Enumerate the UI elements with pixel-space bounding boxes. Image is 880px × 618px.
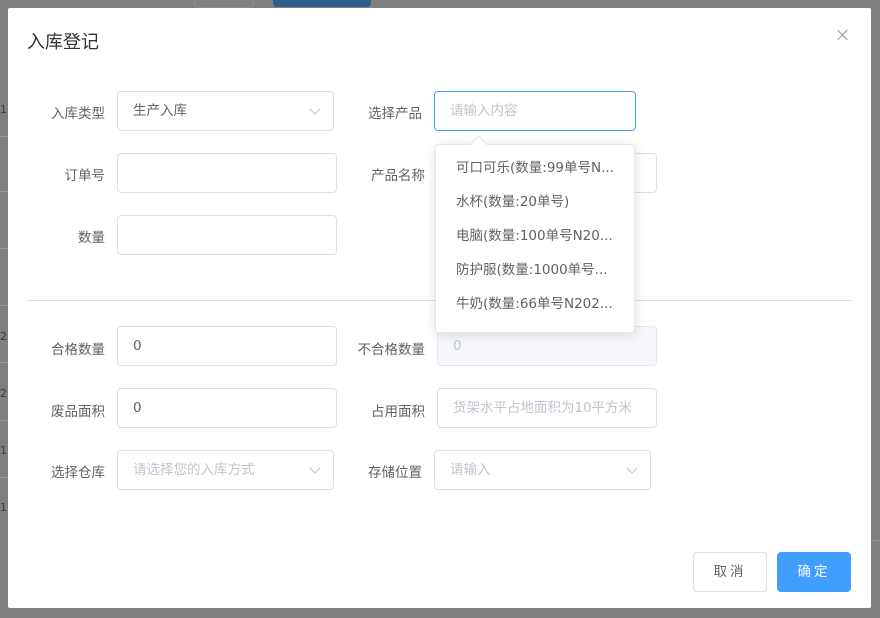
waste-area-value: 0 — [133, 400, 142, 416]
inbound-type-label: 入库类型 — [51, 106, 105, 122]
backdrop-row-line — [871, 540, 880, 541]
backdrop-row-line — [0, 477, 8, 478]
storage-location-label: 存储位置 — [368, 465, 422, 481]
suggestion-item[interactable]: 水杯(数量:20单号) — [436, 185, 634, 219]
storage-location-select[interactable]: 请输入 — [434, 450, 651, 490]
occupied-area-label: 占用面积 — [371, 404, 425, 420]
suggestion-item[interactable]: 电脑(数量:100单号N20... — [436, 219, 634, 253]
backdrop-row-line — [0, 362, 8, 363]
storage-location-placeholder: 请输入 — [450, 462, 491, 478]
dialog-title: 入库登记 — [27, 32, 99, 53]
occupied-area-input[interactable]: 货架水平占地面积为10平方米 — [437, 388, 657, 428]
order-no-label: 订单号 — [64, 168, 106, 184]
backdrop-row-line — [0, 191, 8, 192]
cancel-button[interactable]: 取消 — [693, 552, 767, 592]
backdrop-row-number: 1 — [0, 444, 7, 457]
waste-area-input[interactable]: 0 — [117, 388, 337, 428]
inbound-type-value: 生产入库 — [133, 103, 187, 119]
backdrop-row-line — [0, 248, 8, 249]
select-product-placeholder: 请输入内容 — [450, 103, 518, 119]
product-suggestion-dropdown: 可口可乐(数量:99单号N... 水杯(数量:20单号) 电脑(数量:100单号… — [435, 135, 635, 333]
inbound-type-select[interactable]: 生产入库 — [117, 91, 334, 131]
chevron-down-icon — [309, 103, 321, 115]
backdrop-search-button — [194, 0, 254, 8]
backdrop-row-line — [0, 305, 8, 306]
order-no-input[interactable] — [117, 153, 337, 193]
close-icon[interactable] — [835, 27, 851, 43]
backdrop-row-line — [0, 420, 8, 421]
waste-area-label: 废品面积 — [51, 404, 105, 420]
select-product-label: 选择产品 — [368, 106, 422, 122]
qualified-qty-input[interactable]: 0 — [117, 326, 337, 366]
backdrop-row-number: 1 — [0, 103, 7, 116]
chevron-down-icon — [309, 462, 321, 474]
suggestion-item[interactable]: 牛奶(数量:66单号N202... — [436, 287, 634, 321]
chevron-down-icon — [626, 462, 638, 474]
backdrop-row-number: 1 — [0, 501, 7, 514]
qualified-qty-value: 0 — [133, 338, 142, 354]
inbound-registration-dialog: 入库登记 入库类型 生产入库 选择产品 请输入内容 订单号 产品名称 数量 合格… — [8, 8, 871, 608]
suggestion-item[interactable]: 可口可乐(数量:99单号N... — [436, 151, 634, 185]
confirm-button[interactable]: 确定 — [777, 552, 851, 592]
product-name-label: 产品名称 — [371, 168, 425, 184]
quantity-label: 数量 — [78, 230, 105, 246]
select-warehouse-placeholder: 请选择您的入库方式 — [133, 462, 255, 478]
suggestion-item[interactable]: 防护服(数量:1000单号... — [436, 253, 634, 287]
select-warehouse-select[interactable]: 请选择您的入库方式 — [117, 450, 334, 490]
unqualified-qty-label: 不合格数量 — [357, 342, 426, 358]
backdrop-row-line — [0, 136, 8, 137]
unqualified-qty-value: 0 — [453, 338, 462, 354]
backdrop-new-button — [273, 0, 371, 7]
select-warehouse-label: 选择仓库 — [51, 465, 105, 481]
occupied-area-placeholder: 货架水平占地面积为10平方米 — [453, 400, 633, 416]
backdrop-row-number: 2 — [0, 387, 7, 400]
watermark: CSDN @说书客啊 — [728, 593, 850, 610]
backdrop-row-number: 2 — [0, 330, 7, 343]
select-product-input[interactable]: 请输入内容 — [434, 91, 636, 131]
qualified-qty-label: 合格数量 — [51, 342, 105, 358]
quantity-input[interactable] — [117, 215, 337, 255]
